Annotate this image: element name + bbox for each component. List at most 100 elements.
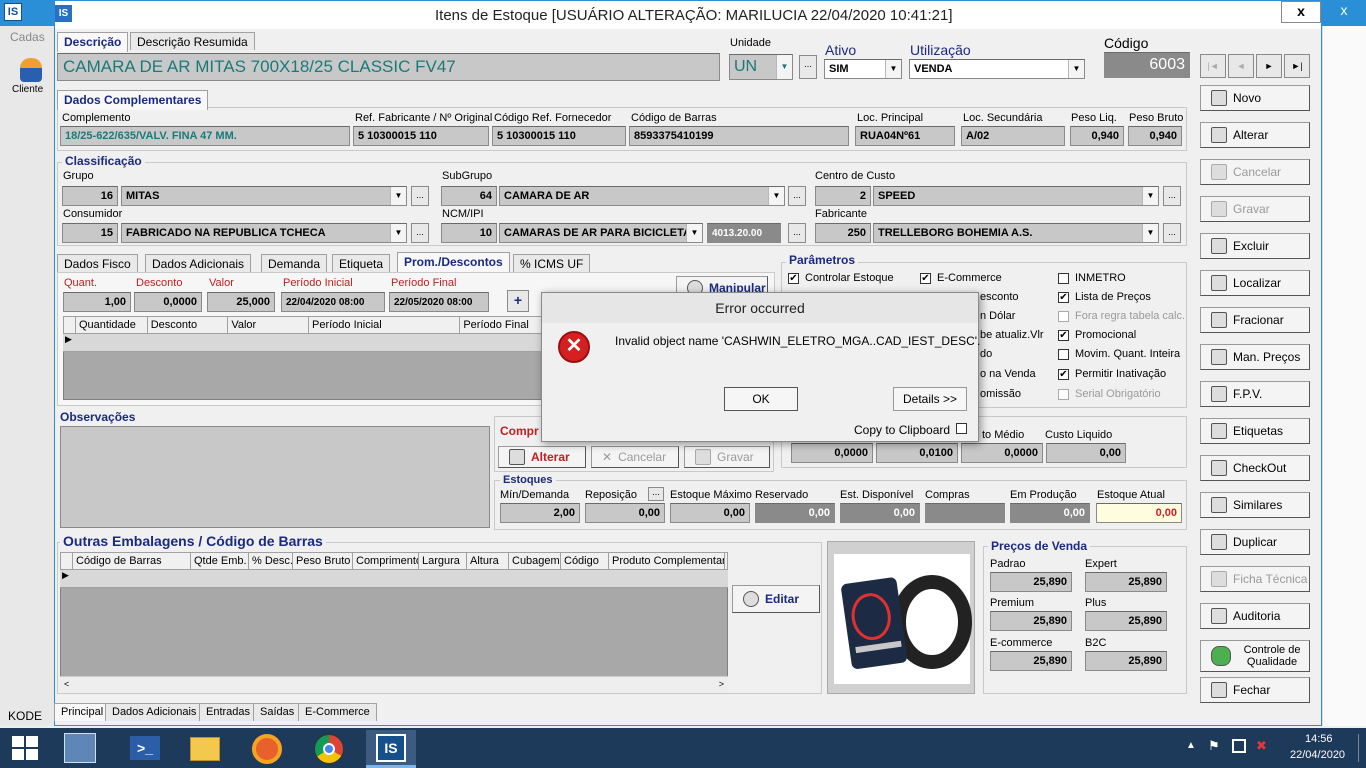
tab-prom-descontos[interactable]: Prom./Descontos (397, 252, 510, 272)
param-checkbox[interactable] (1058, 389, 1069, 400)
side-button-etiquetas[interactable]: Etiquetas (1200, 418, 1310, 444)
nav-last-button[interactable]: ►| (1284, 54, 1310, 78)
side-button-auditoria[interactable]: Auditoria (1200, 603, 1310, 629)
col-quantidade[interactable]: Quantidade (76, 317, 148, 333)
param-checkbox[interactable]: ✔ (1058, 330, 1069, 341)
preco-field[interactable]: 25,890 (990, 572, 1072, 592)
side-button-gravar[interactable]: Gravar (1200, 196, 1310, 222)
error-details-button[interactable]: Details >> (893, 387, 967, 411)
is-app-taskbar-icon[interactable]: IS (366, 730, 416, 768)
param-checkbox[interactable]: ✔ (920, 273, 931, 284)
server-manager-icon[interactable] (64, 733, 96, 763)
editar-button[interactable]: Editar (732, 585, 820, 613)
col-codigo-barras[interactable]: Código de Barras (73, 553, 191, 569)
tab-bottom-dados-adicionais[interactable]: Dados Adicionais (105, 703, 204, 721)
observacoes-textarea[interactable] (60, 426, 490, 528)
col-cubagem[interactable]: Cubagem (509, 553, 561, 569)
complemento-field[interactable]: 18/25-622/635/VALV. FINA 47 MM. (60, 126, 350, 146)
col-codigo[interactable]: Código (561, 553, 609, 569)
param-checkbox[interactable] (1058, 349, 1069, 360)
side-button-man-pre-os[interactable]: Man. Preços (1200, 344, 1310, 370)
utilizacao-select[interactable]: VENDA ▼ (909, 59, 1085, 79)
side-button-controle-de-qualidade[interactable]: Controle de Qualidade (1200, 640, 1310, 672)
descricao-field[interactable]: CAMARA DE AR MITAS 700X18/25 CLASSIC FV4… (57, 53, 720, 81)
barras-field[interactable]: 8593375410199 (629, 126, 849, 146)
param-checkbox[interactable]: ✔ (1058, 369, 1069, 380)
ncm-lookup-button[interactable]: ... (788, 223, 806, 243)
param-checkbox[interactable]: ✔ (788, 273, 799, 284)
flag-icon[interactable]: ⚑ (1208, 738, 1220, 754)
nav-first-button[interactable]: |◄ (1200, 54, 1226, 78)
centro-custo-code[interactable]: 2 (815, 186, 871, 206)
tab-dados-complementares[interactable]: Dados Complementares (57, 90, 209, 110)
side-button-ficha-t-cnica[interactable]: Ficha Técnica (1200, 566, 1310, 592)
side-button-alterar[interactable]: Alterar (1200, 122, 1310, 148)
promo-add-button[interactable]: + (507, 290, 529, 312)
side-button-fracionar[interactable]: Fracionar (1200, 307, 1310, 333)
param-checkbox[interactable] (1058, 311, 1069, 322)
subgrupo-lookup-button[interactable]: ... (788, 186, 806, 206)
chevron-down-icon[interactable]: ▼ (776, 55, 792, 79)
tab-entradas[interactable]: Entradas (199, 703, 258, 721)
preco-field[interactable]: 25,890 (1085, 651, 1167, 671)
nav-next-button[interactable]: ► (1256, 54, 1282, 78)
chevron-down-icon[interactable]: ▼ (1142, 187, 1158, 205)
chevron-down-icon[interactable]: ▼ (390, 224, 406, 242)
promo-periodo-final-field[interactable]: 22/05/2020 08:00 (389, 292, 489, 312)
loc-secundaria-field[interactable]: A/02 (961, 126, 1065, 146)
unidade-field[interactable]: UN ▼ (729, 54, 793, 80)
grupo-select[interactable]: MITAS ▼ (121, 186, 407, 206)
custo-field-1[interactable]: 0,0000 (791, 443, 873, 463)
chevron-down-icon[interactable]: ▼ (1142, 224, 1158, 242)
subgrupo-code[interactable]: 64 (441, 186, 497, 206)
promo-valor-field[interactable]: 25,000 (207, 292, 275, 312)
tab-principal[interactable]: Principal (54, 703, 111, 721)
col-produto-complementar[interactable]: Produto Complementar (609, 553, 725, 569)
col-comprimento[interactable]: Comprimento (353, 553, 419, 569)
side-button-localizar[interactable]: Localizar (1200, 270, 1310, 296)
tray-arrow-icon[interactable]: ▲ (1186, 740, 1196, 751)
loc-principal-field[interactable]: RUA04Nº61 (855, 126, 955, 146)
param-checkbox[interactable] (1058, 273, 1069, 284)
scroll-right-icon[interactable]: > (719, 679, 724, 690)
ativo-select[interactable]: SIM ▼ (824, 59, 902, 79)
col-valor[interactable]: Valor (228, 317, 309, 333)
windows-start-icon[interactable] (12, 736, 38, 760)
clock-date[interactable]: 22/04/2020 (1290, 749, 1345, 761)
chevron-down-icon[interactable]: ▼ (390, 187, 406, 205)
custo-field-2[interactable]: 0,0100 (876, 443, 958, 463)
col-desc[interactable]: % Desc. (249, 553, 293, 569)
side-button-checkout[interactable]: CheckOut (1200, 455, 1310, 481)
firefox-icon[interactable] (252, 734, 282, 764)
scroll-left-icon[interactable]: < (64, 679, 69, 690)
ncm-select[interactable]: CAMARAS DE AR PARA BICICLETA ▼ (499, 223, 703, 243)
chevron-down-icon[interactable]: ▼ (885, 60, 901, 78)
col-largura[interactable]: Largura (419, 553, 467, 569)
tab-descricao-resumida[interactable]: Descrição Resumida (130, 32, 255, 50)
cod-forn-field[interactable]: 5 10300015 110 (492, 126, 626, 146)
unidade-lookup-button[interactable]: ... (799, 55, 817, 79)
fabricante-code[interactable]: 250 (815, 223, 871, 243)
side-button-excluir[interactable]: Excluir (1200, 233, 1310, 259)
fabricante-lookup-button[interactable]: ... (1163, 223, 1181, 243)
col-peso-bruto[interactable]: Peso Bruto (293, 553, 353, 569)
side-button-cancelar[interactable]: Cancelar (1200, 159, 1310, 185)
consumidor-code[interactable]: 15 (62, 223, 118, 243)
embalagens-hscroll[interactable]: < > (60, 676, 728, 692)
tab-saidas[interactable]: Saídas (253, 703, 302, 721)
peso-liq-field[interactable]: 0,940 (1070, 126, 1124, 146)
copy-clipboard-checkbox[interactable] (956, 423, 967, 434)
tab-icms-uf[interactable]: % ICMS UF (513, 254, 591, 272)
compras-cancelar-button[interactable]: ✕ Cancelar (591, 446, 679, 468)
side-button-novo[interactable]: Novo (1200, 85, 1310, 111)
embalagens-grid-row[interactable]: ▶ (60, 570, 728, 588)
consumidor-select[interactable]: FABRICADO NA REPUBLICA TCHECA ▼ (121, 223, 407, 243)
window-close-button[interactable]: x (1281, 1, 1321, 23)
file-explorer-icon[interactable] (190, 737, 220, 761)
consumidor-lookup-button[interactable]: ... (411, 223, 429, 243)
centro-custo-lookup-button[interactable]: ... (1163, 186, 1181, 206)
chrome-icon[interactable] (314, 734, 344, 764)
outer-close-button[interactable]: x (1322, 0, 1366, 22)
peso-bruto-field[interactable]: 0,940 (1128, 126, 1182, 146)
col-qtde-emb[interactable]: Qtde Emb. (191, 553, 249, 569)
